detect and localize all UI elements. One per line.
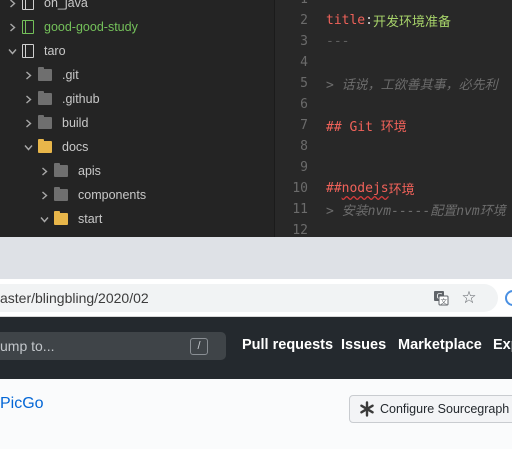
chevron-right-icon[interactable] [6, 22, 18, 32]
tree-item-components[interactable]: components [38, 183, 146, 207]
code-token: 开发环境准备 [372, 15, 451, 30]
tree-item-label: apis [78, 164, 101, 178]
code-line[interactable]: 4 [276, 52, 326, 73]
code-line[interactable]: 1 [276, 0, 326, 10]
code-line[interactable]: 2 title: 开发环境准备 [276, 10, 451, 31]
chevron-right-icon[interactable] [22, 70, 34, 80]
repo-book-icon [22, 20, 34, 34]
line-number: 9 [300, 160, 308, 175]
github-header: ump to... / Pull requests Issues Marketp… [0, 317, 512, 379]
translate-icon[interactable]: G 文 [433, 290, 449, 306]
folder-icon [54, 187, 68, 201]
chevron-down-icon[interactable] [6, 47, 18, 56]
browser-toolbar: aster/blingbling/2020/02 G 文 ☆ [0, 279, 512, 317]
line-number: 7 [300, 118, 308, 133]
address-bar[interactable]: aster/blingbling/2020/02 G 文 ☆ [0, 284, 498, 312]
code-line[interactable]: 10 ## nodejs 环境 [276, 178, 415, 199]
line-number: 4 [300, 55, 308, 70]
line-number: 3 [300, 34, 308, 49]
code-token: title [326, 13, 366, 28]
configure-sourcegraph-button[interactable]: Configure Sourcegraph [349, 395, 512, 423]
tree-item-label: taro [44, 44, 66, 58]
svg-text:文: 文 [441, 297, 448, 306]
tree-item-label: docs [62, 140, 89, 154]
bookmark-star-icon[interactable]: ☆ [460, 289, 478, 307]
code-line[interactable]: 9 [276, 157, 326, 178]
code-token: nodejs [341, 181, 389, 196]
repo-header: PicGo Configure Sourcegraph [0, 379, 512, 449]
tree-item-docs[interactable]: docs [22, 135, 88, 159]
code-line[interactable]: 6 [276, 94, 326, 115]
line-number: 12 [292, 223, 308, 237]
line-number: 2 [300, 13, 308, 28]
code-line[interactable]: 11 > 安装nvm-----配置nvm环境 [276, 199, 506, 220]
tree-item-label: start [78, 212, 103, 226]
tree-item-git[interactable]: .git [22, 63, 79, 87]
sourcegraph-button-label: Configure Sourcegraph [380, 402, 510, 416]
line-number: 5 [300, 76, 308, 91]
sourcegraph-icon [360, 401, 374, 417]
nav-issues[interactable]: Issues [341, 331, 386, 359]
extension-icon[interactable] [505, 290, 512, 306]
search-input[interactable]: ump to... / [0, 332, 226, 360]
tree-item-start[interactable]: start [38, 207, 102, 231]
line-number: 8 [300, 139, 308, 154]
search-shortcut-hint: / [190, 338, 208, 355]
code-token: 环境 [388, 183, 415, 198]
search-placeholder[interactable]: ump to... [0, 332, 54, 360]
open-folder-icon [54, 211, 68, 225]
line-number: 1 [276, 0, 326, 7]
chevron-right-icon[interactable] [22, 94, 34, 104]
browser-window: aster/blingbling/2020/02 G 文 ☆ ump to...… [0, 237, 512, 449]
tree-item-label: on_java [44, 0, 88, 10]
tree-item-taro[interactable]: taro [6, 39, 66, 63]
chevron-right-icon[interactable] [38, 190, 50, 200]
code-editor-window: on_java good-good-study taro .git .github bui… [0, 0, 512, 237]
url-text[interactable]: aster/blingbling/2020/02 [0, 284, 149, 312]
repo-book-icon [22, 0, 34, 10]
chevron-right-icon[interactable] [38, 166, 50, 176]
tree-item-label: components [78, 188, 147, 202]
folder-icon [38, 67, 52, 81]
code-token: --- [326, 34, 350, 49]
code-token: : [365, 13, 373, 28]
tree-item-label: build [62, 116, 89, 130]
nav-explore[interactable]: Exp [493, 331, 512, 359]
tree-item-build[interactable]: build [22, 111, 88, 135]
open-folder-icon [38, 139, 52, 153]
code-token: ## Git 环境 [326, 120, 407, 135]
code-line[interactable]: 7 ## Git 环境 [276, 115, 407, 136]
browser-tab-strip [0, 237, 512, 279]
repo-name-link[interactable]: PicGo [0, 395, 44, 413]
tree-item-label: good-good-study [44, 20, 138, 34]
code-line[interactable]: 3 --- [276, 31, 349, 52]
chevron-down-icon[interactable] [22, 143, 34, 152]
tree-item-good-good-study[interactable]: good-good-study [6, 15, 138, 39]
markdown-editor[interactable]: 12title: 开发环境准备3---45> 话说，工欲善其事，必先利67## … [276, 0, 512, 237]
code-line[interactable]: 12 [276, 220, 326, 237]
code-token: > 话说，工欲善其事，必先利 [326, 78, 498, 93]
code-token: > 安装nvm-----配置nvm环境 [326, 204, 506, 219]
repo-book-icon [22, 44, 34, 58]
nav-marketplace[interactable]: Marketplace [398, 331, 482, 359]
code-token: ## [326, 181, 342, 196]
code-line[interactable]: 5 > 话说，工欲善其事，必先利 [276, 73, 498, 94]
file-tree-sidebar: on_java good-good-study taro .git .github bui… [0, 0, 275, 237]
tree-item-github[interactable]: .github [22, 87, 100, 111]
line-number: 11 [292, 202, 308, 217]
chevron-down-icon[interactable] [38, 215, 50, 224]
tree-item-label: .github [62, 92, 100, 106]
tree-item-apis[interactable]: apis [38, 159, 101, 183]
nav-pull-requests[interactable]: Pull requests [242, 331, 333, 359]
line-number: 6 [300, 97, 308, 112]
code-line[interactable]: 8 [276, 136, 326, 157]
chevron-right-icon[interactable] [6, 0, 18, 8]
tree-item-label: .git [62, 68, 79, 82]
tree-item-on-java[interactable]: on_java [6, 0, 88, 15]
folder-icon [38, 115, 52, 129]
folder-icon [54, 163, 68, 177]
folder-icon [38, 91, 52, 105]
chevron-right-icon[interactable] [22, 118, 34, 128]
line-number: 10 [292, 181, 308, 196]
